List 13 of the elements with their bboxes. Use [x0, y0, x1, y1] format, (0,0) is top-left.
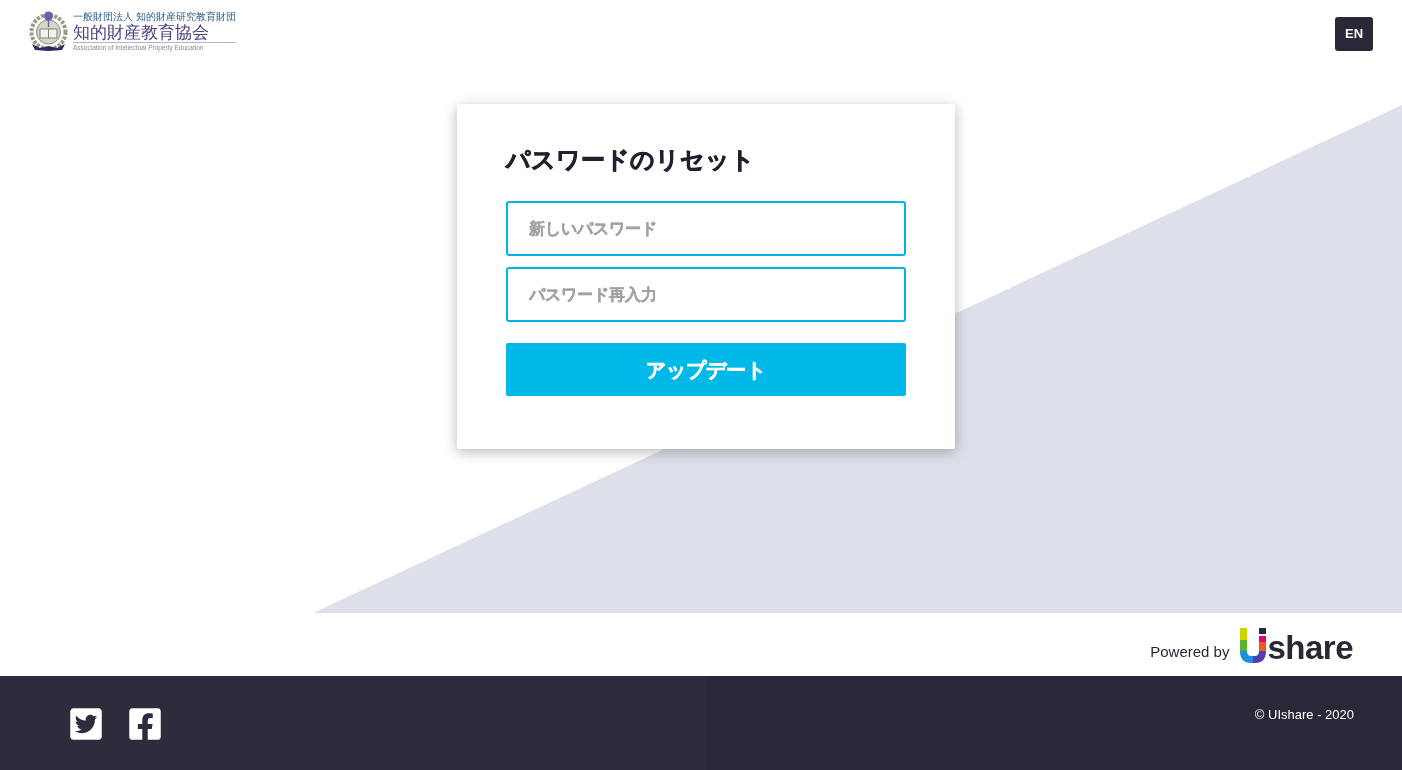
- facebook-icon[interactable]: [127, 706, 163, 742]
- language-button[interactable]: EN: [1335, 17, 1373, 51]
- emblem-icon: [28, 10, 69, 52]
- copyright-text: © UIshare - 2020: [1254, 706, 1354, 724]
- password-input[interactable]: 新しいパスワード: [506, 201, 906, 256]
- logo-title: 知的財産教育協会: [73, 21, 209, 42]
- brand-name: share: [1267, 633, 1353, 663]
- logo-subtitle: 一般財団法人 知的財産研究教育財団: [73, 10, 237, 22]
- form-title: パスワードのリセット: [506, 145, 756, 175]
- powered-by-label: Powered by: [1150, 642, 1230, 663]
- logo-mark-icon: [1240, 628, 1267, 663]
- password-input[interactable]: パスワード再入力: [506, 267, 906, 322]
- twitter-icon[interactable]: [68, 706, 104, 742]
